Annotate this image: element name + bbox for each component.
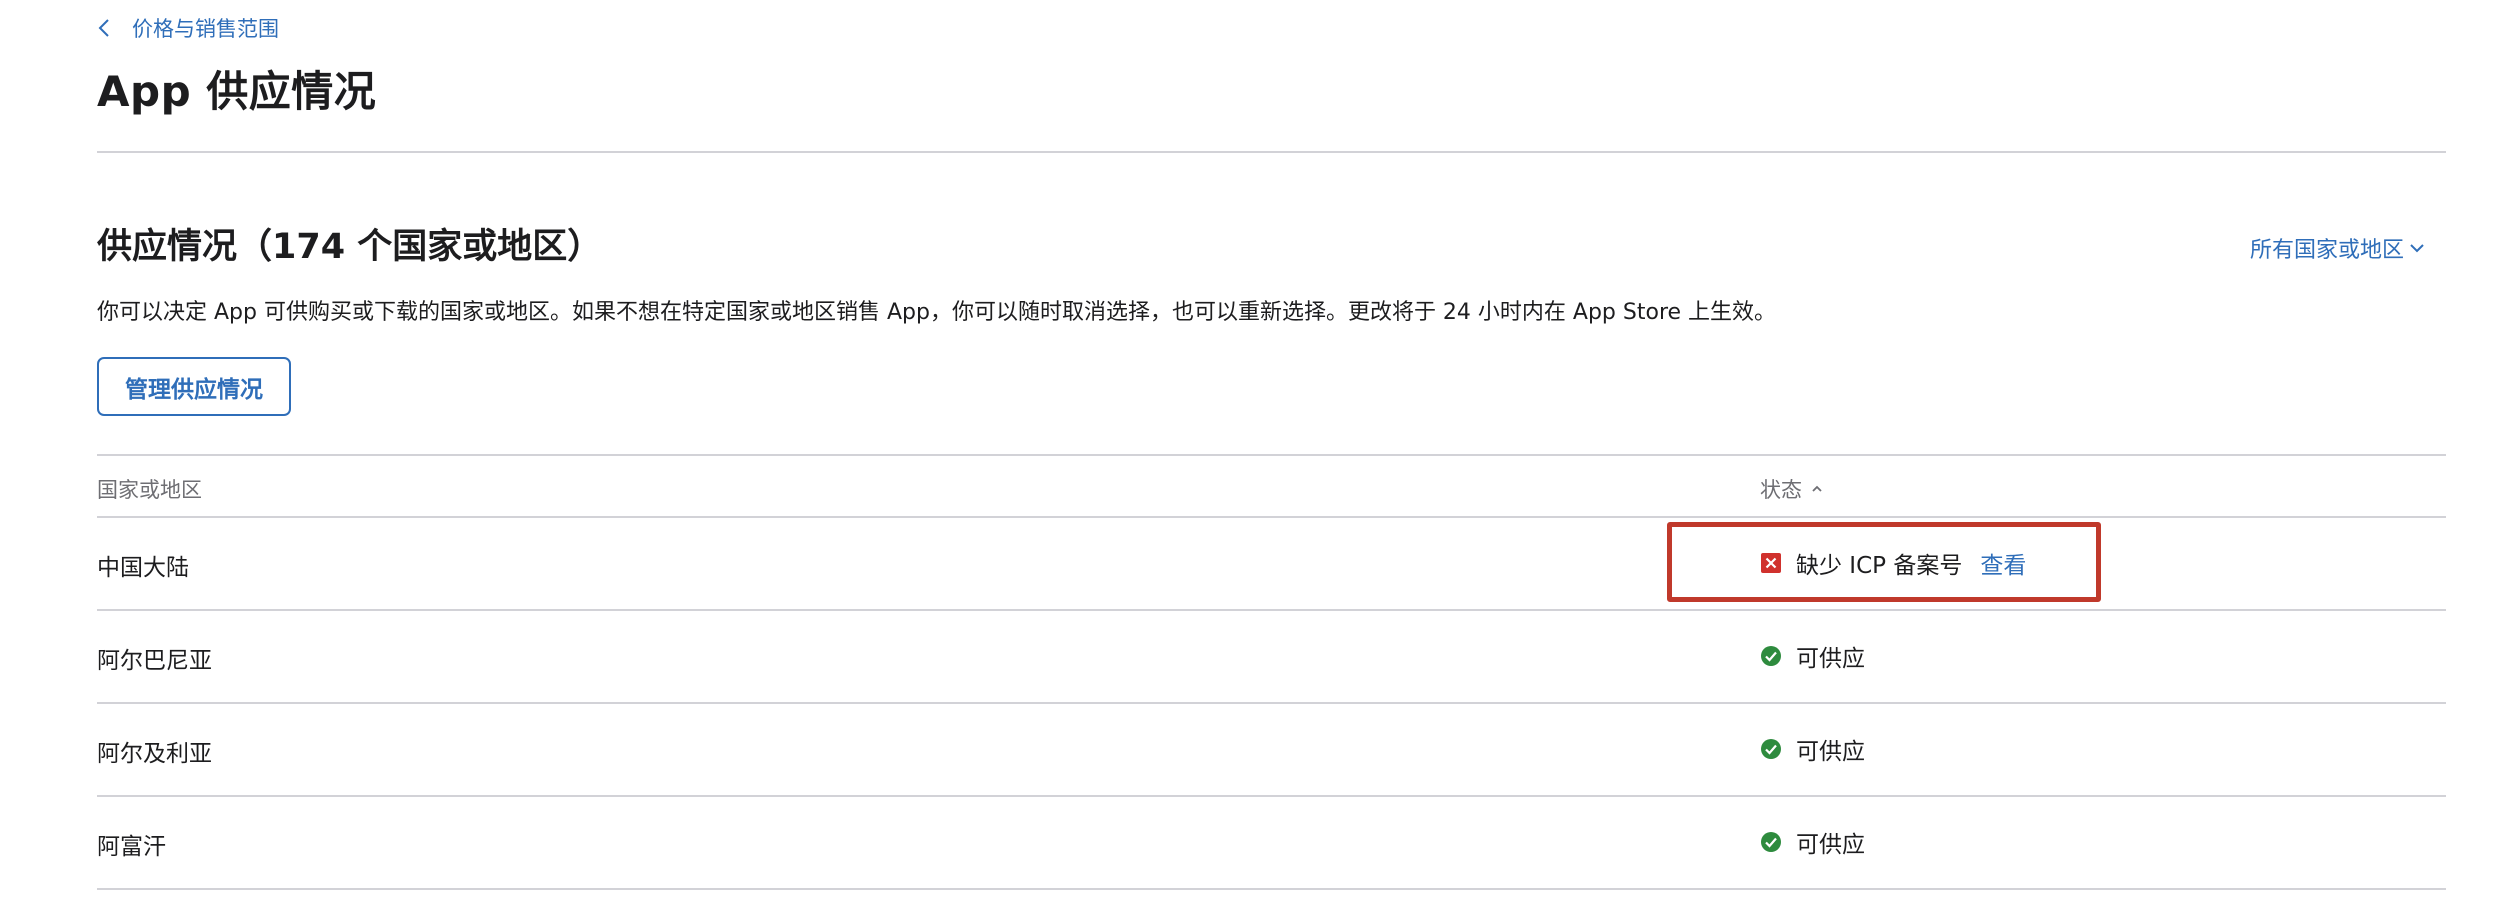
status-cell: 可供应 bbox=[1760, 825, 1865, 859]
status-label: 可供应 bbox=[1796, 646, 1865, 672]
status-cell: 可供应 bbox=[1760, 639, 1865, 673]
table-row: 阿尔及利亚 可供应 bbox=[97, 704, 2446, 797]
manage-availability-button[interactable]: 管理供应情况 bbox=[97, 357, 291, 416]
column-header-status[interactable]: 状态 bbox=[1760, 474, 1824, 504]
country-name: 阿富汗 bbox=[97, 834, 166, 860]
country-name: 阿尔巴尼亚 bbox=[97, 648, 212, 674]
chevron-up-icon[interactable] bbox=[1810, 484, 1824, 494]
status-label: 可供应 bbox=[1796, 832, 1865, 858]
status-cell: 缺少 ICP 备案号 查看 bbox=[1760, 546, 2026, 580]
check-circle-icon bbox=[1760, 645, 1782, 667]
table-row: 阿尔巴尼亚 可供应 bbox=[97, 611, 2446, 704]
status-label: 缺少 ICP 备案号 bbox=[1796, 553, 1963, 579]
chevron-left-icon[interactable] bbox=[97, 13, 127, 43]
breadcrumb[interactable]: 价格与销售范围 bbox=[97, 13, 279, 43]
check-circle-icon bbox=[1760, 738, 1782, 760]
page-title: App 供应情况 bbox=[97, 67, 377, 116]
region-filter-label[interactable]: 所有国家或地区 bbox=[2250, 232, 2404, 264]
header-divider bbox=[97, 151, 2446, 153]
region-filter-dropdown[interactable]: 所有国家或地区 bbox=[2250, 232, 2426, 264]
page: 价格与销售范围 App 供应情况 供应情况（174 个国家或地区） 所有国家或地… bbox=[97, 0, 2446, 904]
section-title: 供应情况（174 个国家或地区） bbox=[97, 227, 603, 267]
column-header-status-label[interactable]: 状态 bbox=[1760, 474, 1802, 504]
breadcrumb-label[interactable]: 价格与销售范围 bbox=[132, 13, 279, 43]
table-row: 阿富汗 可供应 bbox=[97, 797, 2446, 890]
country-name: 中国大陆 bbox=[97, 555, 189, 581]
section-description: 你可以决定 App 可供购买或下载的国家或地区。如果不想在特定国家或地区销售 A… bbox=[97, 300, 1777, 325]
error-x-icon bbox=[1760, 552, 1782, 574]
country-name: 阿尔及利亚 bbox=[97, 741, 212, 767]
availability-table: 国家或地区 状态 中国大陆 缺少 ICP 备案号 查看 阿尔巴尼亚 可供应 阿尔… bbox=[97, 454, 2446, 890]
table-row: 中国大陆 缺少 ICP 备案号 查看 bbox=[97, 518, 2446, 611]
check-circle-icon bbox=[1760, 831, 1782, 853]
status-label: 可供应 bbox=[1796, 739, 1865, 765]
status-cell: 可供应 bbox=[1760, 732, 1865, 766]
table-header: 国家或地区 状态 bbox=[97, 454, 2446, 518]
view-link[interactable]: 查看 bbox=[1980, 546, 2026, 580]
column-header-country[interactable]: 国家或地区 bbox=[97, 474, 202, 504]
chevron-down-icon[interactable] bbox=[2408, 241, 2426, 255]
